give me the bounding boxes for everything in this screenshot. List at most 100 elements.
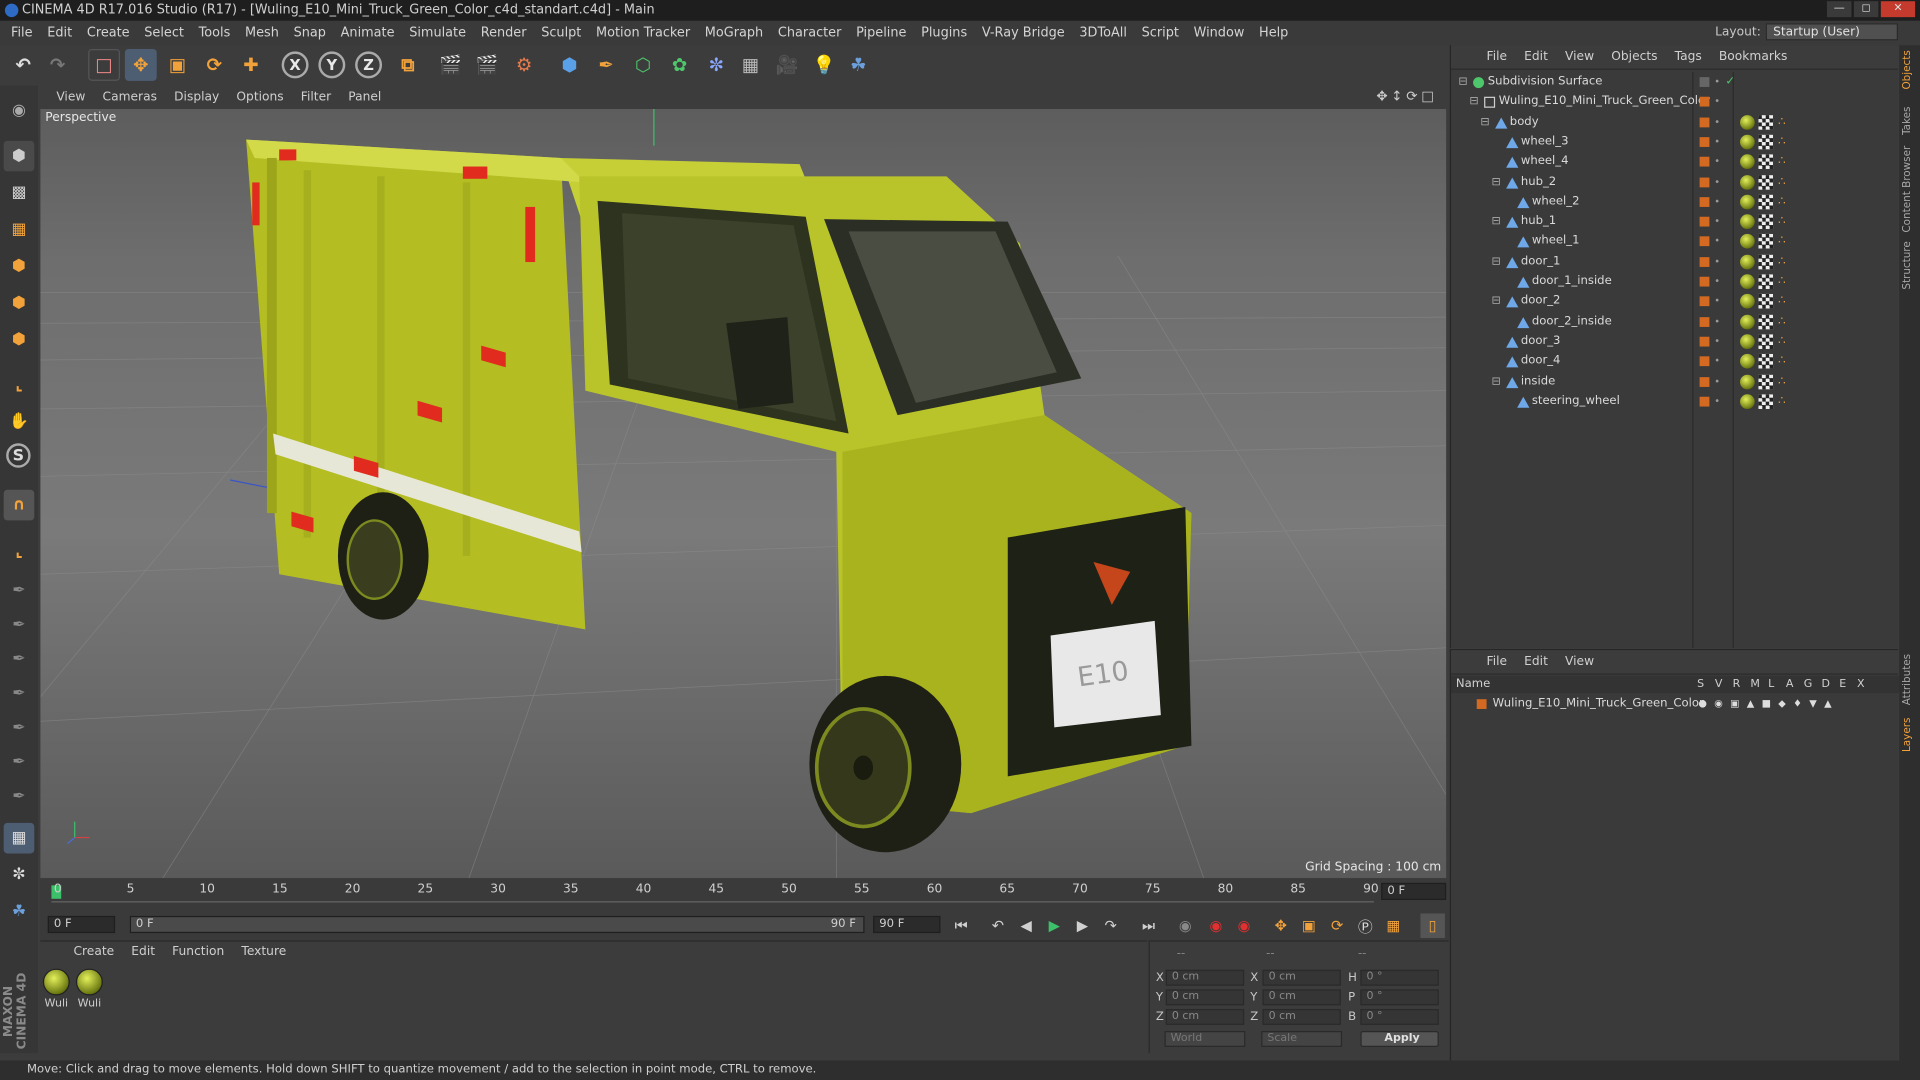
model-mode-icon[interactable]: ⬢ [3, 140, 35, 172]
layer-color-swatch[interactable] [1699, 77, 1710, 87]
size-y-field[interactable]: 0 cm [1262, 989, 1341, 1006]
layer-color-swatch[interactable] [1699, 376, 1710, 387]
x-axis-lock-icon[interactable]: X [281, 51, 309, 79]
visibility-dots-icon[interactable]: • [1714, 212, 1720, 232]
visibility-dots-icon[interactable]: • [1714, 392, 1720, 412]
object-row[interactable]: ⊟ door_2 • ∴ [1451, 292, 1899, 312]
uvw-tag-icon[interactable] [1758, 194, 1774, 210]
phong-tag-icon[interactable]: ∴ [1778, 292, 1785, 312]
material-tag-icon[interactable] [1740, 294, 1755, 309]
phong-tag-icon[interactable]: ∴ [1778, 152, 1785, 172]
go-to-start-icon[interactable]: ⏮ [949, 913, 973, 937]
make-editable-icon[interactable]: ◉ [4, 96, 35, 127]
close-button[interactable]: ✕ [1880, 1, 1916, 18]
previous-key-icon[interactable]: ↶ [986, 913, 1010, 937]
edges-mode-icon[interactable]: ⬢ [4, 288, 35, 319]
menu-motion-tracker[interactable]: Motion Tracker [589, 26, 698, 41]
layer-color-swatch[interactable] [1699, 316, 1710, 327]
redo-icon[interactable]: ↷ [42, 49, 74, 81]
tab-attributes[interactable]: Attributes [1902, 654, 1914, 705]
uvw-tag-icon[interactable] [1758, 354, 1774, 369]
material-tag-icon[interactable] [1740, 194, 1755, 210]
cloner-icon[interactable]: ✿ [664, 49, 696, 81]
phong-tag-icon[interactable]: ∴ [1778, 352, 1785, 372]
menu-tools[interactable]: Tools [191, 26, 237, 41]
material-menu-create[interactable]: Create [65, 945, 123, 958]
object-menu-objects[interactable]: Objects [1603, 50, 1666, 63]
render-view-icon[interactable]: 🎬 [435, 49, 467, 81]
grid-snap-icon[interactable]: ▦ [3, 822, 35, 854]
size-mode-dropdown[interactable]: Scale [1261, 1031, 1343, 1047]
phong-tag-icon[interactable]: ∴ [1778, 212, 1785, 232]
minimize-button[interactable]: — [1826, 1, 1852, 18]
timeline-ruler[interactable]: 0 F 0 5 10 15 20 25 30 35 40 45 50 55 60 65 70 75 80 85 90 [40, 879, 1449, 912]
menu-plugins[interactable]: Plugins [914, 26, 975, 41]
tab-layers[interactable]: Layers [1902, 718, 1914, 752]
spline-smooth-icon[interactable]: ✒ [4, 713, 35, 744]
uvw-tag-icon[interactable] [1758, 254, 1774, 270]
workplane-lock-icon[interactable]: ⌞ [4, 536, 35, 567]
cube-primitive-icon[interactable]: ⬢ [553, 49, 585, 81]
object-menu-edit[interactable]: Edit [1516, 50, 1557, 63]
layer-color-swatch[interactable] [1699, 336, 1710, 347]
menu-v-ray-bridge[interactable]: V-Ray Bridge [975, 26, 1073, 41]
record-active-icon[interactable]: ◉ [1204, 913, 1228, 937]
phong-tag-icon[interactable]: ∴ [1778, 312, 1785, 332]
enabled-check-icon[interactable]: ✓ [1725, 72, 1735, 92]
layer-row[interactable]: Wuling_E10_Mini_Truck_Green_Color ●◉▣▲■◆… [1451, 694, 1899, 714]
render-settings-icon[interactable]: ⚙ [508, 49, 540, 81]
layer-color-swatch[interactable] [1699, 97, 1710, 107]
object-row[interactable]: ⊟ Wuling_E10_Mini_Truck_Green_Color • [1451, 92, 1899, 112]
workplane-icon[interactable]: ▦ [4, 214, 35, 245]
z-axis-lock-icon[interactable]: Z [355, 51, 383, 79]
motion-record-icon[interactable]: ◉ [1173, 913, 1197, 937]
texture-mode-icon[interactable]: ▩ [4, 178, 35, 209]
phong-tag-icon[interactable]: ∴ [1778, 252, 1785, 272]
render-region-icon[interactable]: ✼ [4, 860, 35, 891]
hair-tool-icon[interactable]: ✒ [4, 747, 35, 778]
expand-toggle-icon[interactable]: ⊟ [1458, 72, 1467, 92]
next-key-icon[interactable]: ↷ [1098, 913, 1122, 937]
menu-character[interactable]: Character [771, 26, 849, 41]
tab-content-browser[interactable]: Content Browser [1902, 146, 1914, 233]
layer-color-swatch[interactable] [1699, 137, 1710, 147]
viewport-menu-filter[interactable]: Filter [292, 91, 339, 104]
viewport-menu-cameras[interactable]: Cameras [94, 91, 166, 104]
phong-tag-icon[interactable]: ∴ [1778, 172, 1785, 192]
phong-tag-icon[interactable]: ∴ [1778, 232, 1785, 252]
position-z-field[interactable]: 0 cm [1165, 1008, 1245, 1025]
menu-snap[interactable]: Snap [286, 26, 333, 41]
object-row[interactable]: ⊟ Subdivision Surface ✓ • [1451, 72, 1899, 92]
object-row[interactable]: wheel_4 • ∴ [1451, 152, 1899, 172]
expand-toggle-icon[interactable]: ⊟ [1491, 172, 1500, 192]
visibility-dots-icon[interactable]: • [1714, 292, 1720, 312]
visibility-dots-icon[interactable]: • [1714, 352, 1720, 372]
menu-animate[interactable]: Animate [333, 26, 402, 41]
visibility-dots-icon[interactable]: • [1714, 152, 1720, 172]
object-row[interactable]: ⊟ body • ∴ [1451, 112, 1899, 132]
visibility-dots-icon[interactable]: • [1714, 272, 1720, 292]
phong-tag-icon[interactable]: ∴ [1778, 372, 1785, 392]
coordinate-space-dropdown[interactable]: World [1164, 1031, 1246, 1047]
autokey-icon[interactable]: ◉ [1232, 913, 1256, 937]
move-tool-icon[interactable]: ✥ [124, 48, 157, 81]
phong-tag-icon[interactable]: ∴ [1778, 392, 1785, 412]
layer-color-swatch[interactable] [1699, 256, 1710, 267]
phong-tag-icon[interactable]: ∴ [1778, 132, 1785, 152]
layer-color-swatch[interactable] [1699, 117, 1710, 127]
object-row[interactable]: door_1_inside • ∴ [1451, 272, 1899, 292]
current-frame-field[interactable]: 0 F [1381, 882, 1447, 901]
camera-icon[interactable]: 🎥 [771, 49, 803, 81]
points-mode-icon[interactable]: ⬢ [4, 251, 35, 282]
uvw-tag-icon[interactable] [1758, 134, 1774, 150]
material-tag-icon[interactable] [1740, 274, 1755, 289]
material-swatch[interactable]: Wuli [40, 968, 72, 1010]
menu-file[interactable]: File [4, 26, 40, 41]
layer-color-swatch[interactable] [1699, 296, 1710, 307]
visibility-dots-icon[interactable]: • [1714, 232, 1720, 252]
apply-button[interactable]: Apply [1360, 1031, 1439, 1047]
material-tag-icon[interactable] [1740, 234, 1755, 250]
sculpt-tool-icon[interactable]: ✒ [4, 610, 35, 641]
sketch-tool-icon[interactable]: ✒ [4, 644, 35, 675]
material-tag-icon[interactable] [1740, 154, 1755, 170]
